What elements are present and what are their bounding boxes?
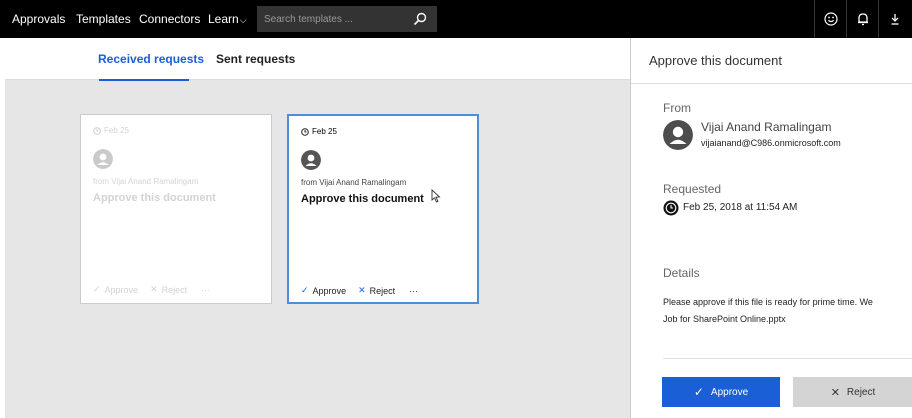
download-icon	[891, 14, 898, 25]
clock-icon	[93, 126, 101, 135]
card-date: Feb 25	[301, 127, 337, 136]
nav-learn[interactable]: Learn⌵	[208, 12, 247, 26]
card-approve-button[interactable]: ✓ Approve	[93, 284, 138, 295]
detail-header: Approve this document	[631, 38, 912, 84]
reject-button[interactable]: ✕ Reject	[793, 377, 912, 407]
card-reject-label: Reject	[161, 284, 188, 295]
more-options-button[interactable]: ···	[201, 285, 210, 295]
divider	[663, 358, 912, 359]
card-approve-label: Approve	[104, 284, 139, 295]
nav-connectors[interactable]: Connectors	[139, 12, 200, 26]
clock-icon	[663, 200, 679, 216]
check-icon: ✓	[693, 385, 704, 399]
search-button[interactable]	[403, 6, 437, 32]
details-text: Please approve if this file is ready for…	[663, 294, 912, 328]
card-title: Approve this document	[93, 192, 216, 204]
nav-templates[interactable]: Templates	[76, 12, 131, 26]
requests-panel: Received requests Sent requests Feb 25 f…	[5, 38, 630, 418]
card-reject-button[interactable]: ✕ Reject	[150, 284, 187, 295]
check-icon: ✓	[93, 284, 101, 294]
request-card-selected[interactable]: Feb 25 from Vijai Anand Ramalingam Appro…	[287, 114, 479, 304]
close-icon: ✕	[358, 285, 366, 295]
card-actions: ✓ Approve ✕ Reject ···	[93, 284, 210, 295]
card-reject-button[interactable]: ✕ Reject	[358, 285, 395, 296]
card-date: Feb 25	[93, 126, 129, 135]
avatar	[301, 150, 321, 170]
card-reject-label: Reject	[369, 285, 396, 296]
check-icon: ✓	[301, 285, 309, 295]
smiley-icon	[823, 12, 838, 26]
mouse-cursor-icon	[431, 189, 441, 203]
requested-date: Feb 25, 2018 at 11:54 AM	[683, 202, 798, 213]
active-tab-underline	[99, 79, 189, 81]
bell-icon	[857, 13, 868, 26]
close-icon: ✕	[830, 386, 840, 399]
reject-button-label: Reject	[846, 386, 876, 398]
card-date-text: Feb 25	[104, 126, 129, 135]
requested-label: Requested	[663, 182, 722, 196]
card-from: from Vijai Anand Ramalingam	[93, 177, 199, 186]
search-input[interactable]	[257, 6, 403, 32]
search-icon	[413, 12, 427, 26]
avatar	[663, 120, 693, 150]
card-approve-label: Approve	[312, 285, 347, 296]
search-box	[257, 6, 437, 32]
detail-title: Approve this document	[649, 53, 782, 68]
tabs-bar: Received requests Sent requests	[5, 38, 630, 81]
more-options-button[interactable]: ···	[409, 286, 418, 296]
top-nav-bar: Approvals Templates Connectors Learn⌵	[0, 0, 912, 38]
chevron-down-icon: ⌵	[239, 15, 247, 25]
tab-sent-requests[interactable]: Sent requests	[216, 52, 295, 66]
approve-button-label: Approve	[710, 386, 749, 398]
details-line: Please approve if this file is ready for…	[663, 297, 873, 307]
close-icon: ✕	[150, 284, 158, 294]
avatar	[93, 149, 113, 169]
card-title: Approve this document	[301, 193, 424, 205]
details-label: Details	[663, 266, 700, 280]
request-card[interactable]: Feb 25 from Vijai Anand Ramalingam Appro…	[80, 114, 272, 304]
nav-learn-label: Learn	[208, 12, 239, 26]
notifications-button[interactable]	[846, 0, 878, 38]
card-date-text: Feb 25	[312, 127, 337, 136]
feedback-button[interactable]	[814, 0, 846, 38]
approve-button[interactable]: ✓ Approve	[662, 377, 780, 407]
details-line: Job for SharePoint Online.pptx	[663, 314, 786, 324]
from-email: vijaianand@C986.onmicrosoft.com	[701, 138, 841, 148]
clock-icon	[301, 127, 309, 136]
download-button[interactable]	[878, 0, 910, 38]
card-from: from Vijai Anand Ramalingam	[301, 178, 407, 187]
tab-received-requests[interactable]: Received requests	[98, 52, 204, 66]
nav-approvals[interactable]: Approvals	[12, 12, 65, 26]
detail-panel: Approve this document From Vijai Anand R…	[630, 38, 912, 418]
card-approve-button[interactable]: ✓ Approve	[301, 285, 346, 296]
card-actions: ✓ Approve ✕ Reject ···	[301, 285, 418, 296]
from-label: From	[663, 101, 691, 115]
from-name: Vijai Anand Ramalingam	[701, 120, 832, 134]
